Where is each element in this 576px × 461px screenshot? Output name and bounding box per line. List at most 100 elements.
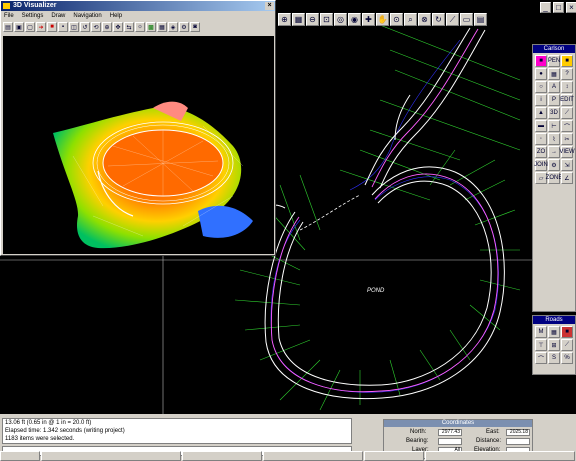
set-icon[interactable]: ⚙ [548,159,560,171]
print-icon[interactable]: ▤ [3,22,13,32]
circle-icon[interactable]: ○ [535,81,547,93]
point-icon[interactable]: ● [535,68,547,80]
bearing-value [438,438,462,445]
break-icon[interactable]: ⌇ [548,133,560,145]
zoom-dynamic-icon[interactable]: ⊙ [390,13,403,26]
rotate-icon[interactable]: ↺ [80,22,90,32]
red-arrow-icon[interactable]: ➜ [36,22,46,32]
zoom-out-icon[interactable]: ⊖ [306,13,319,26]
menu-help[interactable]: Help [110,11,122,21]
pen-button[interactable]: PEN [548,55,560,67]
main-toolbar: ⊕ ▦ ⊖ ⊡ ◎ ◉ ✚ ✋ ⊙ ⌕ ⊗ ↻ ⟋ ▭ ▤ [276,12,536,32]
curve-icon[interactable]: ⌒ [561,120,573,132]
surface-icon[interactable]: ▦ [157,22,167,32]
contour-lines [270,39,499,393]
minimize-icon[interactable]: _ [540,2,551,13]
zoom-3d-icon[interactable]: ⊕ [102,22,112,32]
point-tool-icon[interactable]: ▪ [58,22,68,32]
zoom-scale-icon[interactable]: ⌕ [404,13,417,26]
roads-title: Roads [533,316,575,324]
zoom-previous-icon[interactable]: ◎ [334,13,347,26]
info-icon[interactable]: i [535,94,547,106]
menu-file[interactable]: File [4,11,14,21]
text-button[interactable]: A [548,81,560,93]
open-icon[interactable]: ▢ [25,22,35,32]
zoom-realtime-icon[interactable]: ✚ [362,13,375,26]
profile-icon[interactable]: ⟋ [446,13,459,26]
bottom-status-strip [0,451,576,461]
extend-icon[interactable]: → [548,146,560,158]
pan-3d-icon[interactable]: ✥ [113,22,123,32]
zoom-window-icon[interactable]: ▦ [292,13,305,26]
palette-grid: ■ PEN ■ ● ▦ ? ○ A ↕ i P EDIT ▲ 3D ⟋ ▬ ⊢ … [533,53,575,186]
close-icon[interactable]: × [265,2,274,10]
maximize-icon[interactable]: □ [553,2,564,13]
image-icon[interactable]: ▤ [474,13,487,26]
station-icon[interactable]: ⊢ [548,120,560,132]
stop-icon[interactable]: ■ [47,22,57,32]
inquire-icon[interactable]: ? [561,68,573,80]
roads-palette: Roads M ▦ ■ ⊤ ⊞ ⟋ ⌒ S % [532,315,576,375]
road-slope-icon[interactable]: ⟋ [561,339,573,351]
camera-icon[interactable]: ◙ [190,22,200,32]
menu-navigation[interactable]: Navigation [73,11,101,21]
road-color-icon[interactable]: ■ [561,326,573,338]
status-cell-5 [364,451,424,461]
zoom-extents-icon[interactable]: ⊡ [320,13,333,26]
north-value: 2977.43 [438,429,462,436]
close-icon[interactable]: × [566,2,576,13]
distance-value [506,438,530,445]
zoom-all-icon[interactable]: ◉ [348,13,361,26]
pan-icon[interactable]: ✋ [376,13,389,26]
edit-button[interactable]: EDIT [560,94,574,106]
status-line-2: Elapsed time: 1.342 seconds (writing pro… [5,428,125,434]
render-icon[interactable]: ◈ [168,22,178,32]
rotate-3d-icon[interactable]: ⟲ [91,22,101,32]
zone-button[interactable]: ZO [535,146,547,158]
3d-button[interactable]: 3D [548,107,560,119]
zoom-in-icon[interactable]: ⊕ [278,13,291,26]
trim-icon[interactable]: ✂ [561,133,573,145]
road-grade-icon[interactable]: % [561,352,573,364]
scale-icon[interactable]: ⇲ [561,159,573,171]
bearing-label: Bearing: [406,438,429,444]
light-icon[interactable]: ☼ [135,22,145,32]
view-button[interactable]: VIEW [559,146,575,158]
pond-label: POND [367,288,385,294]
visualizer-viewport[interactable] [3,36,274,254]
status-cell-6 [425,451,575,461]
grid-icon[interactable]: ▦ [548,68,560,80]
save-icon[interactable]: ▣ [14,22,24,32]
color-icon[interactable]: ■ [561,55,573,67]
property-icon[interactable]: P [548,94,560,106]
tool-palette: Carlson ■ PEN ■ ● ▦ ? ○ A ↕ i P EDIT ▲ 3… [532,44,576,312]
road-curve-icon[interactable]: ⌒ [535,352,547,364]
road-s-icon[interactable]: S [548,352,560,364]
command-history: 13.06 ft (0.65 in @ 1 in = 20.0 ft) Elap… [2,418,352,444]
layer-icon[interactable]: ■ [535,55,547,67]
road-design-icon[interactable]: ⊞ [548,339,560,351]
status-cell-1 [0,451,40,461]
angle-icon[interactable]: ∠ [561,172,573,184]
triangle-icon[interactable]: ▲ [535,107,547,119]
monitor-icon[interactable]: ▭ [460,13,473,26]
label-icon[interactable]: ▬ [535,120,547,132]
join-button[interactable]: JOIN [534,159,548,171]
cube-icon[interactable]: ◫ [69,22,79,32]
menu-settings[interactable]: Settings [22,11,44,21]
arrow-icon[interactable]: ↕ [561,81,573,93]
road-template-icon[interactable]: ⊤ [535,339,547,351]
road-m-icon[interactable]: M [535,326,547,338]
zoom-center-icon[interactable]: ⊗ [418,13,431,26]
redraw-icon[interactable]: ↻ [432,13,445,26]
texture-icon[interactable]: ▩ [146,22,156,32]
spot-icon[interactable]: ◦ [535,133,547,145]
settings-3d-icon[interactable]: ⚙ [179,22,189,32]
menu-draw[interactable]: Draw [51,11,65,21]
offset-icon[interactable]: ⟋ [561,107,573,119]
zone-icon[interactable]: ZONE [546,172,562,184]
visualizer-titlebar[interactable]: 3D Visualizer × [1,1,275,11]
walk-icon[interactable]: ⇆ [124,22,134,32]
road-surface-icon[interactable]: ▦ [548,326,560,338]
road-edges [257,27,505,400]
